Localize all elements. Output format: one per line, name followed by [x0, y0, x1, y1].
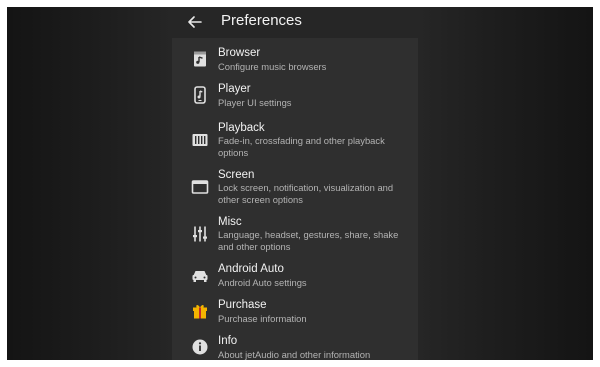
pref-desc-misc: Language, headset, gestures, share, shak…	[218, 229, 399, 252]
pref-label-misc: Misc	[218, 216, 242, 228]
gift-icon	[193, 305, 207, 319]
pref-label-info: Info	[218, 335, 238, 347]
pref-item-misc[interactable]: Misc Language, headset, gestures, share,…	[172, 210, 418, 254]
browser-icon	[194, 51, 206, 67]
playback-icon	[192, 134, 208, 146]
background-left	[7, 7, 172, 360]
pref-desc-screen: Lock screen, notification, visualization…	[218, 182, 394, 205]
player-icon	[194, 86, 206, 104]
pref-label-android-auto: Android Auto	[218, 263, 284, 275]
pref-desc-browser: Configure music browsers	[218, 61, 327, 72]
pref-label-screen: Screen	[218, 169, 255, 181]
background-right	[418, 7, 593, 360]
preferences-panel: Preferences Browser Configure music brow…	[172, 7, 418, 360]
pref-item-playback[interactable]: Playback Fade-in, crossfading and other …	[172, 116, 418, 160]
device-screen: Preferences Browser Configure music brow…	[7, 7, 593, 360]
pref-label-browser: Browser	[218, 47, 261, 59]
back-button[interactable]	[182, 10, 208, 34]
back-arrow-icon	[188, 16, 202, 28]
car-icon	[192, 271, 208, 282]
pref-label-player: Player	[218, 83, 251, 95]
pref-item-android-auto[interactable]: Android Auto Android Auto settings	[172, 258, 418, 292]
pref-item-player[interactable]: Player Player UI settings	[172, 78, 418, 112]
pref-desc-purchase: Purchase information	[218, 313, 307, 324]
pref-item-purchase[interactable]: Purchase Purchase information	[172, 294, 418, 328]
pref-item-info[interactable]: Info About jetAudio and other informatio…	[172, 330, 418, 360]
pref-item-screen[interactable]: Screen Lock screen, notification, visual…	[172, 163, 418, 207]
screen-icon	[191, 180, 209, 194]
pref-desc-player: Player UI settings	[218, 97, 292, 108]
pref-item-browser[interactable]: Browser Configure music browsers	[172, 42, 418, 76]
equalizer-icon	[193, 226, 207, 242]
info-icon	[192, 339, 208, 355]
pref-label-playback: Playback	[218, 122, 265, 134]
pref-desc-android-auto: Android Auto settings	[218, 277, 307, 288]
pref-desc-info: About jetAudio and other information	[218, 349, 371, 360]
pref-desc-playback: Fade-in, crossfading and other playback …	[218, 135, 385, 158]
pref-label-purchase: Purchase	[218, 299, 267, 311]
page-title: Preferences	[221, 12, 302, 29]
app-bar: Preferences	[172, 7, 418, 38]
